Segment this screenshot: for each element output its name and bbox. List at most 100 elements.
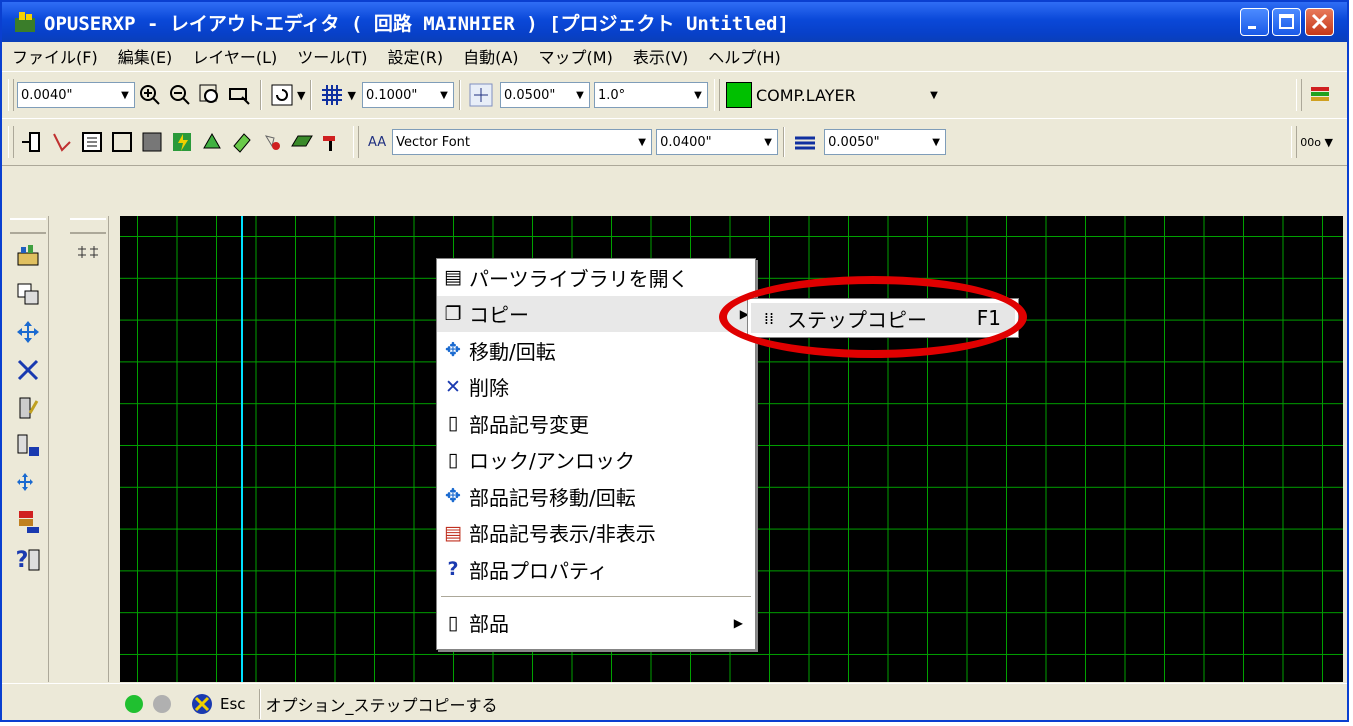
menu-settings[interactable]: 設定(R) <box>378 44 454 68</box>
pad-icon[interactable] <box>199 129 225 155</box>
menu-layer[interactable]: レイヤー(L) <box>182 44 287 68</box>
ctx-label: 削除 <box>469 376 509 401</box>
chevron-down-icon[interactable]: ▼ <box>297 89 305 102</box>
line-width-combo[interactable]: 0.0050" ▼ <box>824 129 947 155</box>
panel-grip[interactable] <box>70 218 106 234</box>
menu-view[interactable]: 表示(V) <box>623 44 698 68</box>
layer-name: COMP.LAYER <box>755 85 856 105</box>
move-icon[interactable] <box>12 316 44 348</box>
ctx-item-part[interactable]: ▯ 部品 ▶ <box>437 605 755 642</box>
chevron-down-icon: ▼ <box>930 89 938 101</box>
chevron-down-icon: ▼ <box>764 136 772 148</box>
minimize-button[interactable] <box>1240 8 1269 36</box>
line-width-icon[interactable] <box>792 129 818 155</box>
chevron-down-icon[interactable]: ▼ <box>347 89 355 102</box>
power-plane-icon[interactable] <box>169 129 195 155</box>
edit-symbol-icon[interactable] <box>12 392 44 424</box>
toolbar-overflow[interactable]: 00o ▼ <box>1300 136 1333 149</box>
zoom-window-icon[interactable] <box>197 82 223 108</box>
font-size-value: 0.0400" <box>660 134 712 150</box>
test-point-icon[interactable] <box>319 129 345 155</box>
menu-map[interactable]: マップ(M) <box>529 44 623 68</box>
ctx-label: 移動/回転 <box>469 339 556 364</box>
angle-value: 1.0° <box>597 87 626 103</box>
grid-combo[interactable]: 0.1000" ▼ <box>361 82 454 108</box>
route-icon[interactable] <box>49 129 75 155</box>
chevron-down-icon: ▼ <box>440 89 448 101</box>
text-icon[interactable] <box>79 129 105 155</box>
ctx-item-change-symbol[interactable]: ▯ 部品記号変更 <box>437 405 755 442</box>
zoom-out-icon[interactable] <box>167 82 193 108</box>
ctx-item-copy[interactable]: ❐ コピー ▶ <box>437 295 755 332</box>
font-size-combo[interactable]: 0.0400" ▼ <box>656 129 779 155</box>
snap-icon[interactable] <box>468 82 494 108</box>
ctx-label: 部品記号変更 <box>469 412 589 437</box>
title-bar[interactable]: OPUSERXP - レイアウトエディタ ( 回路 MAINHIER ) [プロ… <box>2 2 1347 42</box>
step-copy-icon[interactable] <box>72 240 104 272</box>
menu-tools[interactable]: ツール(T) <box>287 44 377 68</box>
board-icon[interactable] <box>289 129 315 155</box>
snap-combo[interactable]: 0.0500" ▼ <box>499 82 590 108</box>
menu-edit[interactable]: 編集(E) <box>108 44 183 68</box>
lock-icon[interactable] <box>12 430 44 462</box>
ctx-label: 部品プロパティ <box>469 558 608 583</box>
layers-icon[interactable] <box>1307 82 1333 108</box>
toolbar-separator <box>783 127 786 157</box>
app-icon <box>12 10 38 34</box>
maximize-button[interactable] <box>1272 8 1301 36</box>
ctx-item-delete[interactable]: ✕ 削除 <box>437 369 755 406</box>
library-icon: ▤ <box>444 266 462 289</box>
grid-icon[interactable] <box>319 82 345 108</box>
toolbar-separator <box>458 80 461 110</box>
zoom-fit-icon[interactable] <box>227 82 253 108</box>
panel-grip[interactable] <box>10 218 46 234</box>
properties-icon[interactable]: ? <box>12 544 44 576</box>
properties-icon: ? <box>447 558 459 581</box>
esc-icon[interactable] <box>190 692 216 716</box>
toolbar-grip[interactable] <box>8 79 14 111</box>
toolbar-separator <box>310 80 313 110</box>
esc-label: Esc <box>220 695 246 713</box>
menu-auto[interactable]: 自動(A) <box>453 44 528 68</box>
font-value: Vector Font <box>396 134 471 150</box>
window-title: OPUSERXP - レイアウトエディタ ( 回路 MAINHIER ) [プロ… <box>44 12 789 35</box>
delete-icon: ✕ <box>445 375 461 398</box>
toolbar-grip[interactable] <box>713 79 720 111</box>
via-icon[interactable] <box>229 129 255 155</box>
menu-file[interactable]: ファイル(F) <box>2 44 108 68</box>
zoom-combo[interactable]: 0.0040" ▼ <box>17 82 135 108</box>
refresh-icon[interactable] <box>269 82 295 108</box>
ctx-item-properties[interactable]: ? 部品プロパティ <box>437 551 755 588</box>
show-hide-icon[interactable] <box>12 506 44 538</box>
menu-help[interactable]: ヘルプ(H) <box>698 44 791 68</box>
chevron-right-icon: ▶ <box>733 615 743 630</box>
toolbar-separator <box>260 80 262 110</box>
font-combo[interactable]: Vector Font ▼ <box>392 129 653 155</box>
ctx-item-show-hide[interactable]: ▤ 部品記号表示/非表示 <box>437 515 755 552</box>
zoom-value: 0.0040" <box>21 87 73 103</box>
toolbar-grip[interactable] <box>353 126 359 158</box>
move-symbol-icon[interactable] <box>12 468 44 500</box>
ctx-item-move-rotate[interactable]: ✥ 移動/回転 <box>437 332 755 369</box>
fill-area-icon[interactable] <box>139 129 165 155</box>
place-part-icon: ▯ <box>447 611 459 634</box>
toolbar-grip[interactable] <box>1291 126 1298 158</box>
ctx-label: コピー <box>469 303 529 328</box>
drill-icon[interactable] <box>259 129 285 155</box>
ctx-item-open-library[interactable]: ▤ パーツライブラリを開く <box>437 259 755 296</box>
copy-icon[interactable] <box>12 278 44 310</box>
toolbar-grip[interactable] <box>8 126 14 158</box>
library-icon[interactable] <box>12 240 44 272</box>
close-button[interactable] <box>1305 8 1334 36</box>
ctx-item-move-symbol[interactable]: ✥ 部品記号移動/回転 <box>437 478 755 515</box>
toolbar-grip[interactable] <box>1296 79 1302 111</box>
angle-combo[interactable]: 1.0° ▼ <box>593 82 708 108</box>
layer-combo[interactable]: COMP.LAYER ▼ <box>723 82 943 108</box>
grid-value: 0.1000" <box>365 87 418 103</box>
rectangle-icon[interactable] <box>109 129 135 155</box>
delete-icon[interactable] <box>12 354 44 386</box>
place-part-icon[interactable] <box>19 129 45 155</box>
zoom-in-icon[interactable] <box>137 82 163 108</box>
ctx-item-lock[interactable]: ▯ ロック/アンロック <box>437 442 755 479</box>
show-hide-icon: ▤ <box>444 521 462 544</box>
